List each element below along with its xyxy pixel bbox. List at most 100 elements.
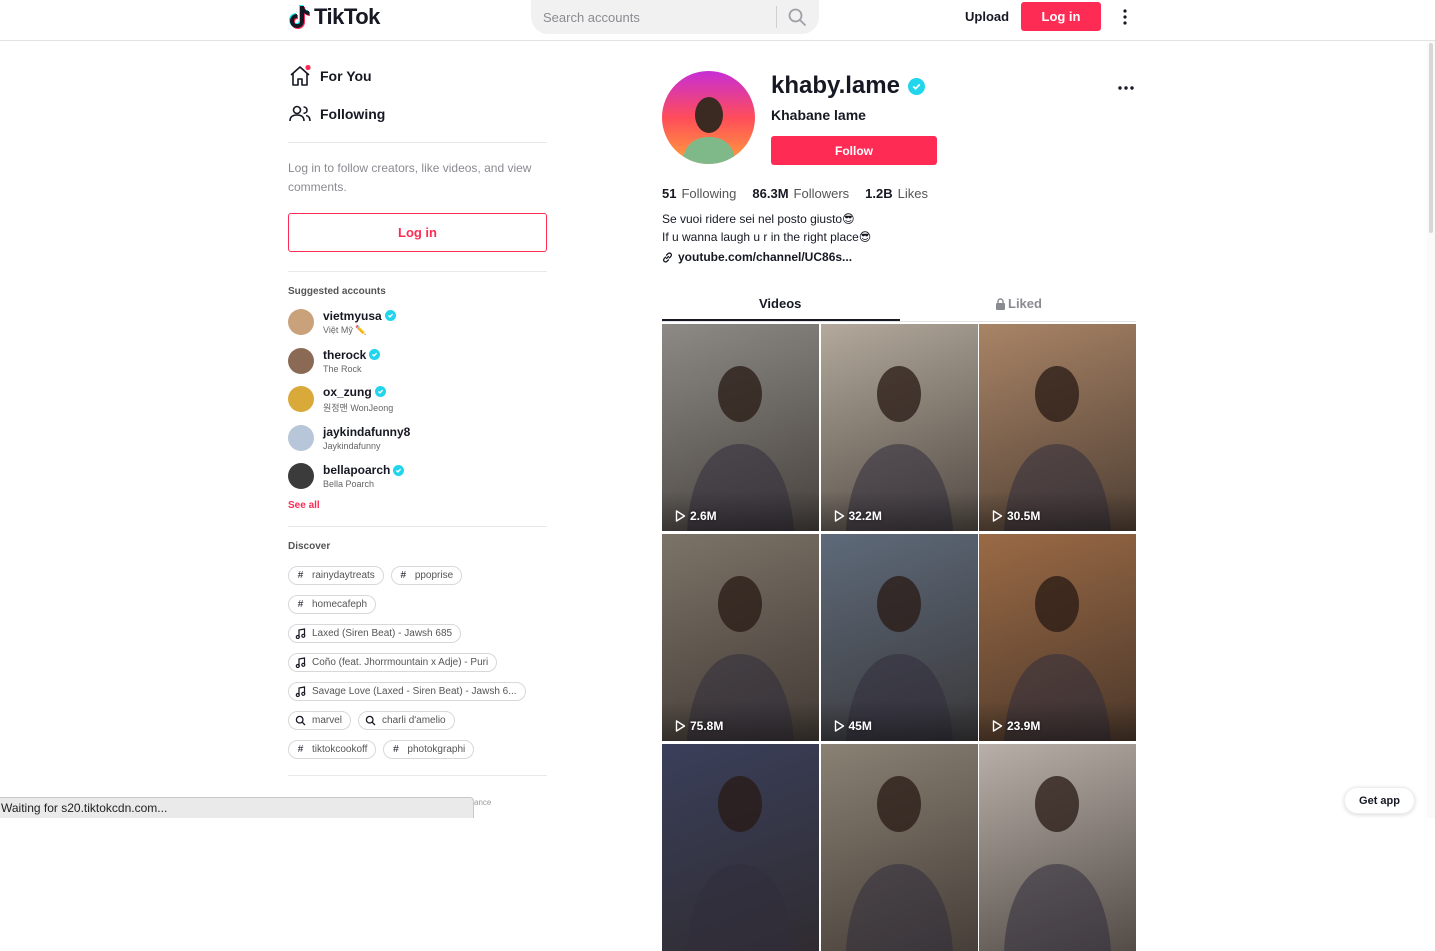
discover-tag-label: ppoprise xyxy=(414,569,454,581)
discover-tag-hashtag[interactable]: # tiktokcookoff xyxy=(288,739,377,759)
discover-tag-label: Savage Love (Laxed - Siren Beat) - Jawsh… xyxy=(312,685,517,697)
video-thumbnail[interactable]: 30.5M xyxy=(979,324,1136,531)
discover-tags: # rainydaytreats # ppoprise # homecafeph Laxed… xyxy=(288,565,550,769)
follow-button[interactable]: Follow xyxy=(771,136,937,165)
tiktok-logo-text: TikTok xyxy=(314,4,380,29)
hashtag-icon: # xyxy=(297,569,304,581)
discover-tag-hashtag[interactable]: # rainydaytreats xyxy=(288,565,384,585)
profile-display-name: Khabane lame xyxy=(771,107,866,123)
home-icon xyxy=(290,64,311,86)
account-nickname: 원정맨 WonJeong xyxy=(323,402,394,413)
suggested-account-ox_zung[interactable]: ox_zung 원정맨 WonJeong xyxy=(288,380,547,419)
stat-following-count: 51 xyxy=(662,186,677,201)
see-all-link[interactable]: See all xyxy=(288,500,547,511)
nav-for-you-label: For You xyxy=(320,68,372,84)
more-options-icon[interactable] xyxy=(1119,6,1131,28)
profile-username: khaby.lame xyxy=(771,72,925,100)
video-thumbnail[interactable]: 75.8M xyxy=(662,534,819,741)
suggested-account-bellapoarch[interactable]: bellapoarch Bella Poarch xyxy=(288,457,547,496)
tiktok-logo-icon xyxy=(289,5,310,29)
stat-followers[interactable]: 86.3M Followers xyxy=(752,186,849,201)
discover-tag-label: tiktokcookoff xyxy=(312,743,368,755)
account-names: vietmyusa Việt Mỹ ✏️ xyxy=(323,309,396,336)
video-thumbnail[interactable] xyxy=(662,744,819,951)
view-count-text: 2.6M xyxy=(690,509,717,523)
view-count: 2.6M xyxy=(675,509,717,523)
profile-stats: 51 Following 86.3M Followers 1.2B Likes xyxy=(662,186,944,201)
stat-following-label: Following xyxy=(681,186,737,201)
account-names: jaykindafunny8 Jaykindafunny xyxy=(323,425,410,451)
footer-text-partial: ance xyxy=(474,798,492,807)
discover-tag-label: Laxed (Siren Beat) - Jawsh 685 xyxy=(312,627,453,639)
video-thumbnail-image xyxy=(845,776,953,951)
avatar xyxy=(288,347,314,374)
profile-link[interactable]: youtube.com/channel/UC86s... xyxy=(662,250,852,264)
discover-tag-hashtag[interactable]: # homecafeph xyxy=(288,594,377,614)
profile-avatar-image xyxy=(662,71,755,164)
suggested-accounts-title: Suggested accounts xyxy=(288,286,386,297)
account-nickname: Jaykindafunny xyxy=(323,440,381,451)
discover-tag-label: homecafeph xyxy=(312,598,368,610)
login-hint-text: Log in to follow creators, like videos, … xyxy=(288,161,532,194)
active-tab-indicator xyxy=(662,319,900,321)
search-icon[interactable] xyxy=(787,7,807,27)
video-thumbnail[interactable]: 23.9M xyxy=(979,534,1136,741)
discover-tag-label: rainydaytreats xyxy=(312,569,375,581)
link-icon xyxy=(662,251,673,263)
avatar xyxy=(288,386,314,413)
nav-following-label: Following xyxy=(320,106,386,122)
view-count: 45M xyxy=(834,719,872,733)
discover-tag-hashtag[interactable]: # photokgraphi xyxy=(383,739,475,759)
header-login-button[interactable]: Log in xyxy=(1021,2,1101,31)
hashtag-icon: # xyxy=(393,743,399,755)
search-bar xyxy=(531,0,819,34)
stat-likes-label: Likes xyxy=(897,186,928,201)
discover-tag-hashtag[interactable]: # ppoprise xyxy=(390,565,463,585)
play-icon xyxy=(834,720,844,732)
suggested-account-jaykindafunny8[interactable]: jaykindafunny8 Jaykindafunny xyxy=(288,419,547,458)
stat-likes: 1.2B Likes xyxy=(865,186,928,201)
account-names: bellapoarch Bella Poarch xyxy=(323,463,405,489)
view-count-text: 32.2M xyxy=(848,509,882,523)
music-note-icon xyxy=(295,656,306,668)
discover-tag-music[interactable]: Laxed (Siren Beat) - Jawsh 685 xyxy=(288,623,462,643)
upload-link[interactable]: Upload xyxy=(965,9,1009,24)
account-username: bellapoarch xyxy=(323,463,405,478)
scrollbar-thumb[interactable] xyxy=(1429,43,1433,233)
view-count: 23.9M xyxy=(992,719,1040,733)
hashtag-icon: # xyxy=(297,598,304,610)
video-thumbnail[interactable]: 2.6M xyxy=(662,324,819,531)
suggested-account-therock[interactable]: therock The Rock xyxy=(288,342,547,381)
stat-following[interactable]: 51 Following xyxy=(662,186,736,201)
nav-following[interactable]: Following xyxy=(288,95,547,133)
profile-tabs: Videos Liked xyxy=(662,290,1136,322)
video-thumbnail[interactable]: 32.2M xyxy=(820,324,978,531)
tiktok-logo[interactable]: TikTok xyxy=(289,2,380,32)
discover-tag-music[interactable]: Savage Love (Laxed - Siren Beat) - Jawsh… xyxy=(288,681,526,701)
suggested-account-vietmyusa[interactable]: vietmyusa Việt Mỹ ✏️ xyxy=(288,303,547,342)
get-app-button[interactable]: Get app xyxy=(1344,787,1415,814)
discover-tag-search[interactable]: charli d'amelio xyxy=(358,710,455,730)
search-input[interactable] xyxy=(543,9,773,25)
profile-username-text: khaby.lame xyxy=(771,72,900,99)
tab-videos[interactable]: Videos xyxy=(759,296,801,311)
nav-for-you[interactable]: For You xyxy=(288,57,547,95)
video-thumbnail[interactable] xyxy=(979,744,1136,951)
video-thumbnail[interactable] xyxy=(820,744,978,951)
tab-liked[interactable]: Liked xyxy=(995,296,1042,311)
video-thumbnail[interactable]: 45M xyxy=(820,534,978,741)
discover-tag-search[interactable]: marvel xyxy=(288,710,352,730)
verified-badge-icon xyxy=(907,77,925,95)
discover-tag-music[interactable]: Coño (feat. Jhorrmountain x Adje) - Puri xyxy=(288,652,498,672)
avatar xyxy=(288,424,314,451)
profile-more-icon[interactable] xyxy=(1117,82,1135,94)
sidebar-login-button[interactable]: Log in xyxy=(288,213,547,252)
page-scrollbar[interactable] xyxy=(1427,41,1435,818)
view-count-text: 75.8M xyxy=(690,719,724,733)
account-username-text: ox_zung xyxy=(323,384,372,399)
verified-badge-icon xyxy=(369,349,381,361)
discover-title: Discover xyxy=(288,540,331,552)
account-names: ox_zung 원정맨 WonJeong xyxy=(323,385,393,414)
bio-line: If u wanna laugh u r in the right place😎 xyxy=(662,229,872,244)
account-username-text: bellapoarch xyxy=(323,463,391,478)
